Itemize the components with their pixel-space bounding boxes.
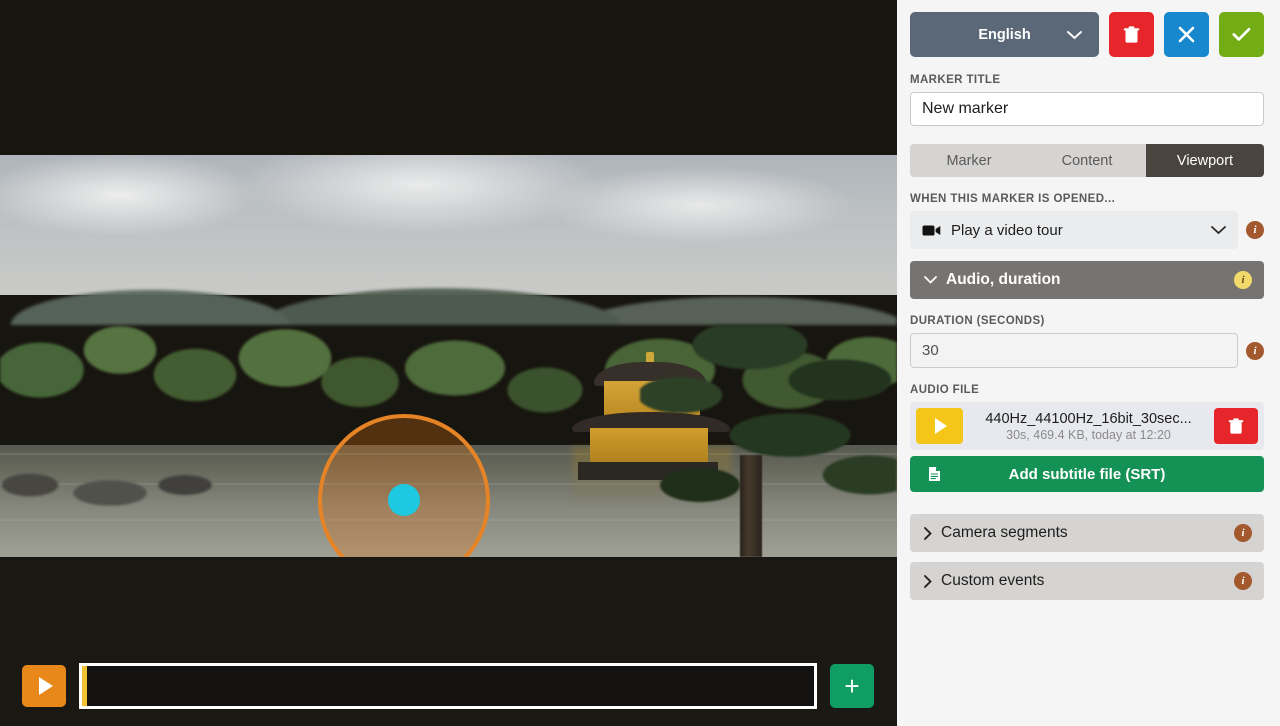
check-icon	[1232, 27, 1251, 42]
marker-title-label: MARKER TITLE	[910, 74, 1264, 86]
timeline-playhead[interactable]	[82, 666, 87, 706]
custom-events-section-header[interactable]: Custom events i	[910, 562, 1264, 600]
chevron-down-icon	[1211, 226, 1226, 235]
audio-file-name: 440Hz_44100Hz_16bit_30sec...	[971, 411, 1206, 427]
tab-viewport[interactable]: Viewport	[1146, 144, 1264, 177]
camera-segments-info-icon[interactable]: i	[1234, 524, 1252, 542]
app-root: + English	[0, 0, 1280, 726]
audio-file-label: AUDIO FILE	[910, 384, 1264, 396]
play-icon	[935, 418, 947, 434]
opened-action-label: WHEN THIS MARKER IS OPENED...	[910, 193, 1264, 205]
trash-icon	[1123, 25, 1140, 44]
chevron-right-icon	[924, 527, 932, 540]
add-subtitle-label: Add subtitle file (SRT)	[1009, 466, 1166, 483]
confirm-button[interactable]	[1219, 12, 1264, 57]
close-x-icon	[1178, 26, 1195, 43]
language-label: English	[978, 27, 1030, 43]
audio-duration-info-icon[interactable]: i	[1234, 271, 1252, 289]
marker-properties-panel: English	[897, 0, 1280, 726]
chevron-down-icon	[924, 276, 937, 284]
chevron-right-icon	[924, 575, 932, 588]
timeline-play-button[interactable]	[22, 665, 66, 707]
document-icon	[928, 466, 941, 482]
plus-icon: +	[844, 673, 859, 699]
audio-duration-title: Audio, duration	[946, 271, 1061, 289]
marker-title-input[interactable]	[910, 92, 1264, 126]
panel-tabs: Marker Content Viewport	[910, 144, 1264, 177]
language-select[interactable]: English	[910, 12, 1099, 57]
custom-events-title: Custom events	[941, 572, 1044, 590]
tab-marker[interactable]: Marker	[910, 144, 1028, 177]
custom-events-info-icon[interactable]: i	[1234, 572, 1252, 590]
scene-pine-trunk	[740, 455, 762, 557]
audio-duration-section-header[interactable]: Audio, duration i	[910, 261, 1264, 299]
add-subtitle-button[interactable]: Add subtitle file (SRT)	[910, 456, 1264, 492]
audio-play-button[interactable]	[916, 408, 963, 444]
audio-delete-button[interactable]	[1214, 408, 1258, 444]
duration-input[interactable]	[910, 333, 1238, 368]
opened-action-row: Play a video tour i	[910, 211, 1264, 249]
viewport-preview[interactable]	[0, 155, 897, 557]
duration-row: i	[910, 333, 1264, 368]
scene-rocks	[0, 455, 230, 515]
play-icon	[39, 677, 53, 695]
trash-icon	[1228, 417, 1244, 435]
camera-segments-section-header[interactable]: Camera segments i	[910, 514, 1264, 552]
chevron-down-icon	[1067, 30, 1082, 39]
scene-foreground-pine	[640, 325, 897, 557]
camera-segments-title: Camera segments	[941, 524, 1068, 542]
video-camera-icon	[922, 224, 941, 237]
audio-file-details: 30s, 469.4 KB, today at 12:20	[971, 428, 1206, 442]
marker-center-dot[interactable]	[388, 484, 420, 516]
opened-action-info-icon[interactable]: i	[1246, 221, 1264, 239]
tab-content[interactable]: Content	[1028, 144, 1146, 177]
delete-marker-button[interactable]	[1109, 12, 1154, 57]
opened-action-value: Play a video tour	[951, 222, 1063, 239]
timeline-track[interactable]	[79, 663, 817, 709]
opened-action-select[interactable]: Play a video tour	[910, 211, 1238, 249]
close-panel-button[interactable]	[1164, 12, 1209, 57]
audio-file-row: 440Hz_44100Hz_16bit_30sec... 30s, 469.4 …	[910, 402, 1264, 450]
duration-info-icon[interactable]: i	[1246, 342, 1264, 360]
timeline-add-button[interactable]: +	[830, 664, 874, 708]
editor-stage: +	[0, 0, 897, 726]
panel-toolbar: English	[910, 12, 1264, 57]
audio-file-meta: 440Hz_44100Hz_16bit_30sec... 30s, 469.4 …	[963, 411, 1214, 442]
duration-label: DURATION (SECONDS)	[910, 315, 1264, 327]
